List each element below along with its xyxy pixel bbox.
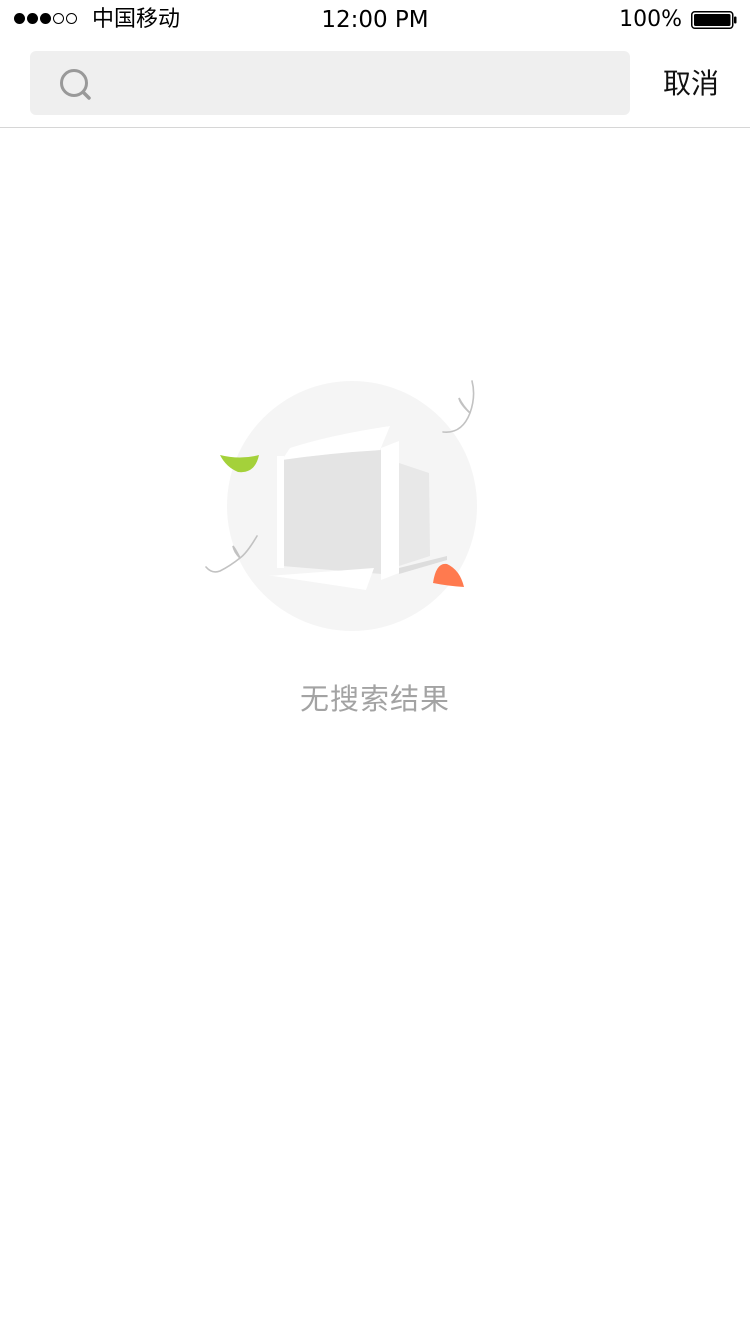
- search-box[interactable]: [30, 51, 630, 117]
- empty-state: 无搜索结果: [0, 128, 750, 1334]
- status-bar: 中国移动 12:00 PM 100%: [0, 0, 750, 40]
- search-input[interactable]: [110, 51, 614, 117]
- battery-percent: 100%: [619, 7, 682, 32]
- cancel-button[interactable]: 取消: [650, 60, 732, 108]
- battery-icon: [691, 11, 737, 29]
- search-icon: [60, 69, 91, 100]
- empty-state-message: 无搜索结果: [299, 682, 450, 716]
- empty-box-icon: [205, 380, 477, 631]
- search-header: 取消: [0, 40, 750, 128]
